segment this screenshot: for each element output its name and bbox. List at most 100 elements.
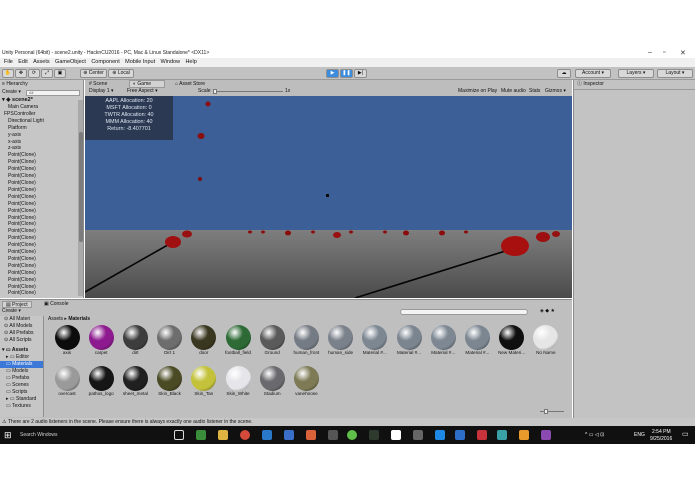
acrobat-icon[interactable] — [477, 430, 487, 440]
breadcrumb-assets[interactable]: Assets — [48, 316, 63, 322]
account-dropdown[interactable]: Account ▾ — [575, 69, 611, 78]
menu-component[interactable]: Component — [91, 59, 119, 65]
thumbnail-size-thumb[interactable] — [544, 409, 548, 414]
folder-scenes[interactable]: ▭ Scenes — [0, 382, 43, 389]
material-asset[interactable]: overcast — [50, 366, 84, 406]
breadcrumb-materials[interactable]: Materials — [68, 316, 90, 322]
material-asset[interactable]: human_front — [289, 325, 323, 365]
material-asset[interactable]: No Name — [529, 325, 563, 365]
pause-button[interactable]: ❚❚ — [340, 69, 353, 78]
folder-prefabs[interactable]: ▭ Prefabs — [0, 375, 43, 382]
material-asset[interactable]: Stadium — [255, 366, 289, 406]
material-asset[interactable]: Material #... — [460, 325, 494, 365]
hierarchy-item[interactable]: FPSController — [0, 111, 76, 118]
layout-dropdown[interactable]: Layout ▾ — [657, 69, 693, 78]
material-asset[interactable]: human_side — [324, 325, 358, 365]
app-icon[interactable] — [347, 430, 357, 440]
status-message[interactable]: There are 2 audio listeners in the scene… — [8, 419, 253, 425]
system-tray-icons[interactable]: ^ ▭ ◁ ⊡ — [585, 432, 604, 438]
project-filter-icons[interactable]: ◈ ◆ ★ — [540, 308, 555, 315]
visual-studio-icon[interactable] — [541, 430, 551, 440]
stats-toggle[interactable]: Stats — [529, 88, 540, 95]
minimize-icon[interactable]: – — [648, 49, 652, 56]
app-icon[interactable] — [435, 430, 445, 440]
windows-start-icon[interactable]: ⊞ — [4, 430, 12, 441]
unity-icon[interactable] — [391, 430, 401, 440]
app-icon[interactable] — [455, 430, 465, 440]
material-asset[interactable]: Skin_Black — [153, 366, 187, 406]
app-icon[interactable] — [413, 430, 423, 440]
hierarchy-item[interactable]: Point(Clone) — [0, 228, 76, 235]
folder-all-prefabs[interactable]: ⊙ All Prefabs — [0, 330, 43, 337]
hierarchy-item[interactable]: Point(Clone) — [0, 208, 76, 215]
hierarchy-item[interactable]: Point(Clone) — [0, 277, 76, 284]
hierarchy-item[interactable]: Point(Clone) — [0, 201, 76, 208]
hierarchy-item[interactable]: Point(Clone) — [0, 270, 76, 277]
tab-asset-store[interactable]: ⌂ Asset Store — [175, 81, 205, 88]
material-asset[interactable]: Material #... — [358, 325, 392, 365]
folder-all-models[interactable]: ⊙ All Models — [0, 323, 43, 330]
cloud-icon[interactable]: ☁ — [557, 69, 571, 78]
edge-icon[interactable] — [262, 430, 272, 440]
hierarchy-item[interactable]: Point(Clone) — [0, 256, 76, 263]
material-asset[interactable]: Skin_Tan — [187, 366, 221, 406]
hierarchy-item[interactable]: z-axis — [0, 145, 76, 152]
tab-console[interactable]: ▣ Console — [44, 301, 68, 308]
pivot-local-button[interactable]: ⊕ Local — [108, 69, 134, 78]
material-asset[interactable]: sheet_metal — [118, 366, 152, 406]
project-search-input[interactable] — [400, 309, 528, 315]
menu-gameobject[interactable]: GameObject — [55, 59, 86, 65]
material-asset[interactable]: Ground — [255, 325, 289, 365]
rect-tool-icon[interactable]: ▣ — [54, 69, 66, 78]
hierarchy-item[interactable]: Point(Clone) — [0, 242, 76, 249]
scene-root[interactable]: ▾ ◈ scene2* — [2, 97, 33, 103]
hierarchy-item[interactable]: x-axis — [0, 139, 76, 146]
folder-all-scripts[interactable]: ⊙ All Scripts — [0, 337, 43, 344]
hierarchy-item[interactable]: Point(Clone) — [0, 235, 76, 242]
scale-slider-thumb[interactable] — [213, 89, 217, 94]
hierarchy-item[interactable]: Point(Clone) — [0, 180, 76, 187]
material-asset[interactable]: pathos_logo — [84, 366, 118, 406]
app-icon[interactable] — [497, 430, 507, 440]
hierarchy-create-button[interactable]: Create ▾ — [2, 89, 21, 96]
hierarchy-item[interactable]: Point(Clone) — [0, 187, 76, 194]
menu-mobile-input[interactable]: Mobile Input — [125, 59, 155, 65]
mute-audio-toggle[interactable]: Mute audio — [501, 88, 526, 95]
material-asset[interactable]: Skin_White — [221, 366, 255, 406]
hand-tool-icon[interactable]: ✋ — [2, 69, 14, 78]
menu-window[interactable]: Window — [161, 59, 181, 65]
folder-textures[interactable]: ▭ Textures — [0, 403, 43, 410]
play-button[interactable]: ▶ — [326, 69, 339, 78]
hierarchy-item[interactable]: Main Camera — [0, 104, 76, 111]
material-asset[interactable]: carpet — [84, 325, 118, 365]
menu-edit[interactable]: Edit — [18, 59, 27, 65]
tab-game[interactable]: ◐ Game — [129, 80, 165, 88]
folder-materials[interactable]: ▭ Materials — [0, 361, 43, 368]
notifications-icon[interactable]: ▭ — [682, 430, 689, 438]
material-asset[interactable]: dirt — [118, 325, 152, 365]
hierarchy-item[interactable]: Point(Clone) — [0, 263, 76, 270]
thumbnail-size-slider[interactable] — [540, 409, 564, 414]
hierarchy-item[interactable]: Directional Light — [0, 118, 76, 125]
folder-editor[interactable]: ▸ ▭ Editor — [0, 354, 43, 361]
folder-models[interactable]: ▭ Models — [0, 368, 43, 375]
app-icon[interactable] — [369, 430, 379, 440]
hierarchy-item[interactable]: Point(Clone) — [0, 221, 76, 228]
maximize-on-play-toggle[interactable]: Maximize on Play — [458, 88, 497, 95]
folder-assets[interactable]: ▾ ▭ Assets — [0, 347, 43, 354]
clock-date[interactable]: 9/25/2016 — [650, 436, 672, 442]
material-asset[interactable]: New Materi... — [495, 325, 529, 365]
game-viewport[interactable]: AAPL Allocation: 20 MSFT Allocation: 0 T… — [85, 96, 572, 298]
store-icon[interactable] — [196, 430, 206, 440]
hierarchy-item[interactable]: Point(Clone) — [0, 173, 76, 180]
chrome-icon[interactable] — [240, 430, 250, 440]
material-asset[interactable]: axis — [50, 325, 84, 365]
hierarchy-item[interactable]: Point(Clone) — [0, 166, 76, 173]
hierarchy-item[interactable]: Point(Clone) — [0, 249, 76, 256]
material-asset[interactable]: vanehnose — [289, 366, 323, 406]
hierarchy-scroll-thumb[interactable] — [78, 132, 83, 242]
tab-scene[interactable]: # Scene — [89, 81, 107, 88]
hierarchy-item[interactable]: Point(Clone) — [0, 194, 76, 201]
material-asset[interactable]: football_field — [221, 325, 255, 365]
file-explorer-icon[interactable] — [218, 430, 228, 440]
